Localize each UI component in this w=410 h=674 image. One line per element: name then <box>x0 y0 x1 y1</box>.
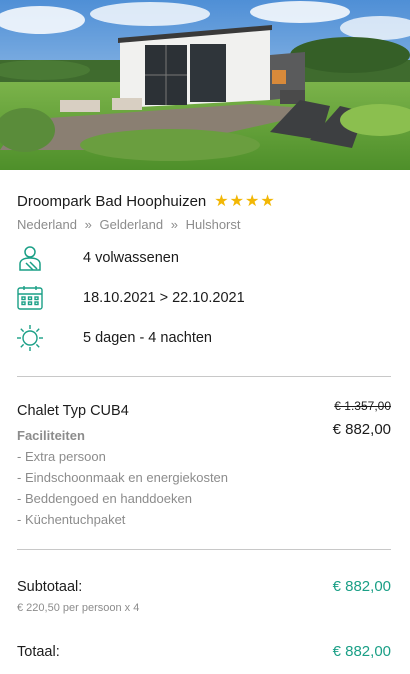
person-icon <box>17 245 43 271</box>
breadcrumb-country: Nederland <box>17 217 77 232</box>
subtotal-detail: € 220,50 per persoon x 4 <box>17 602 140 614</box>
total-price: € 882,00 <box>332 643 391 660</box>
breadcrumb-separator: » <box>170 217 178 232</box>
original-price: € 1.357,00 <box>334 399 391 413</box>
star-icon: ★ <box>260 192 275 210</box>
accommodation-price: € 882,00 <box>332 421 391 438</box>
star-rating: ★ ★ ★ ★ <box>214 192 275 210</box>
duration-row: 5 dagen - 4 nachten <box>17 325 212 351</box>
star-icon: ★ <box>214 192 229 210</box>
divider <box>17 549 391 550</box>
total-label: Totaal: <box>17 644 60 660</box>
dates-row: 18.10.2021 > 22.10.2021 <box>17 285 245 311</box>
divider <box>17 376 391 377</box>
sun-icon <box>17 325 43 351</box>
duration-text: 5 dagen - 4 nachten <box>83 330 212 346</box>
breadcrumb-region: Gelderland <box>99 217 164 232</box>
park-title-row: Droompark Bad Hoophuizen ★ ★ ★ ★ <box>17 193 275 210</box>
breadcrumb: Nederland » Gelderland » Hulshorst <box>17 217 241 232</box>
facility-item: - Beddengoed en handdoeken <box>17 491 192 506</box>
facility-item: - Eindschoonmaak en energiekosten <box>17 470 229 485</box>
breadcrumb-separator: » <box>84 217 92 232</box>
facility-item: - Küchentuchpaket <box>17 512 126 527</box>
star-icon: ★ <box>229 192 244 210</box>
calendar-icon <box>17 285 43 311</box>
breadcrumb-town: Hulshorst <box>185 217 241 232</box>
park-name: Droompark Bad Hoophuizen <box>17 193 207 210</box>
guests-row: 4 volwassenen <box>17 245 179 271</box>
facility-item: - Extra persoon <box>17 449 106 464</box>
hero-image <box>0 0 410 170</box>
subtotal-label: Subtotaal: <box>17 579 83 595</box>
guests-text: 4 volwassenen <box>83 250 179 266</box>
facilities-title: Faciliteiten <box>17 428 85 443</box>
subtotal-price: € 882,00 <box>332 578 391 595</box>
dates-text: 18.10.2021 > 22.10.2021 <box>83 290 245 306</box>
facilities-list: - Extra persoon - Eindschoonmaak en ener… <box>17 448 228 532</box>
accommodation-name: Chalet Typ CUB4 <box>17 403 129 419</box>
star-icon: ★ <box>244 192 260 210</box>
